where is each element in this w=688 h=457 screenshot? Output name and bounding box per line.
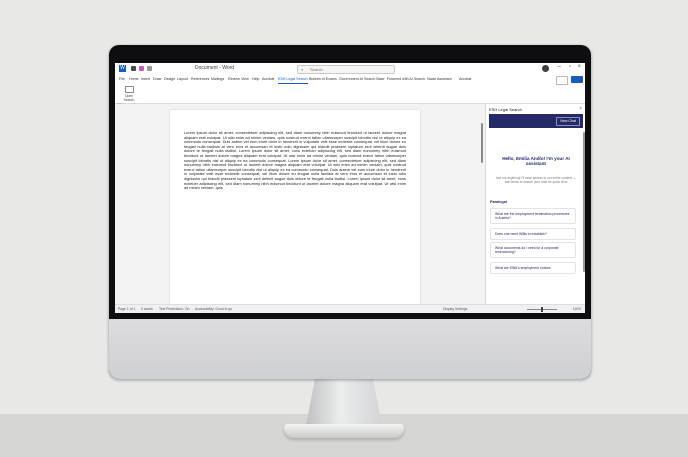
open-search-label: Open Search (123, 94, 135, 102)
search-box[interactable]: ⌕ Search (297, 65, 395, 74)
legal-search-pane: ESH Legal Search × New Chat Hello, Emili… (485, 104, 585, 304)
tab-help[interactable]: Help (252, 76, 259, 83)
zoom-slider-handle[interactable] (541, 307, 543, 312)
document-page[interactable]: Lorem ipsum dolor sit amet, consectetuer… (170, 110, 420, 306)
monitor-chin (109, 319, 591, 379)
tab-acrobat[interactable]: Acrobat (262, 76, 274, 83)
suggestion-item[interactable]: What are the employment termination proc… (490, 208, 576, 225)
search-window-icon (124, 86, 134, 93)
word-count[interactable]: 0 words (141, 307, 153, 311)
document-body[interactable]: Lorem ipsum dolor sit amet, consectetuer… (184, 130, 406, 191)
document-area: Lorem ipsum dolor sit amet, consectetuer… (115, 104, 479, 306)
document-title: Document - Word (195, 65, 235, 71)
monitor: W Document - Word ⌕ Search – ▫ × File Ho… (109, 45, 591, 379)
suggestion-item[interactable]: What are EWA's employment notices (490, 262, 576, 275)
tab-review[interactable]: Review (228, 76, 240, 83)
pane-header: New Chat (489, 114, 583, 128)
text-predictions[interactable]: Text Predictions: On (159, 307, 189, 311)
save-icon[interactable] (139, 66, 144, 71)
tab-view[interactable]: View (241, 76, 249, 83)
minimize-icon[interactable]: – (558, 64, 561, 70)
word-logo-icon: W (119, 65, 126, 72)
suggestion-item[interactable]: Does one need Willis to establish? (490, 228, 576, 241)
status-bar: Page 1 of 1 0 words Text Predictions: On… (115, 304, 585, 313)
tab-government-ai[interactable]: Government AI Search Base (339, 76, 385, 83)
zoom-level[interactable]: 110% (573, 307, 581, 311)
tab-powered-ai[interactable]: Powered with AI Search (387, 76, 425, 83)
pane-scrollbar[interactable] (583, 132, 585, 272)
autosave-icon[interactable] (131, 66, 136, 71)
open-search-button[interactable]: Open Search (121, 86, 137, 102)
tab-insert[interactable]: Insert (141, 76, 150, 83)
tab-naavi[interactable]: Naavi Assistant (427, 76, 452, 83)
new-chat-button[interactable]: New Chat (556, 117, 580, 126)
tab-bulletin[interactable]: Bulletin of Exams (309, 76, 337, 83)
greeting-subtitle: Ask me anything! I'll have access to our… (495, 176, 577, 185)
tab-layout[interactable]: Layout (177, 76, 188, 83)
monitor-stand (306, 378, 382, 426)
search-placeholder: Search (310, 67, 323, 72)
tab-acrobat-2[interactable]: Acrobat (459, 76, 471, 83)
comments-button[interactable] (556, 76, 568, 85)
greeting: Hello, Emilia Andlo! I'm your AI assista… (502, 156, 570, 167)
maximize-icon[interactable]: ▫ (569, 64, 571, 70)
monitor-base (284, 424, 404, 438)
avatar[interactable] (542, 65, 549, 72)
display-settings[interactable]: Display Settings (443, 307, 467, 311)
tab-draw[interactable]: Draw (153, 76, 161, 83)
undo-icon[interactable] (147, 66, 152, 71)
screen: W Document - Word ⌕ Search – ▫ × File Ho… (115, 63, 585, 313)
page-count[interactable]: Page 1 of 1 (118, 307, 135, 311)
ribbon: Open Search (115, 85, 585, 104)
tab-references[interactable]: References (191, 76, 209, 83)
tab-home[interactable]: Home (129, 76, 139, 83)
search-icon: ⌕ (301, 67, 304, 72)
tab-mailings[interactable]: Mailings (211, 76, 224, 83)
share-button[interactable] (571, 76, 583, 83)
suggestion-item[interactable]: What documents do I need for a corporate… (490, 242, 576, 259)
ribbon-tabs: File Home Insert Draw Design Layout Refe… (115, 75, 585, 85)
tab-esh-legal-search[interactable]: ESH Legal Search (278, 76, 308, 84)
document-scrollbar[interactable] (481, 123, 483, 163)
close-icon[interactable]: × (577, 64, 581, 70)
accessibility-status[interactable]: Accessibility: Good to go (195, 307, 232, 311)
section-label: Paralegal (490, 200, 507, 204)
pane-close-icon[interactable]: × (579, 106, 582, 112)
tab-file[interactable]: File (119, 76, 125, 83)
pane-title: ESH Legal Search (489, 107, 522, 112)
tab-design[interactable]: Design (164, 76, 175, 83)
